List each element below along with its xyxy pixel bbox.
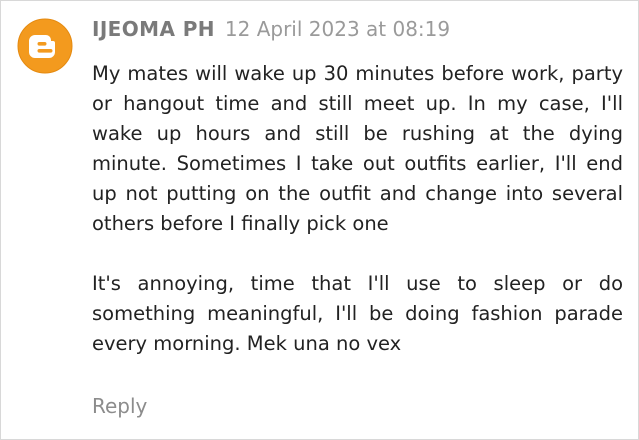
comment-author-link[interactable]: IJEOMA PH	[92, 17, 215, 41]
comment-header: IJEOMA PH 12 April 2023 at 08:19	[92, 17, 450, 45]
comment-card: IJEOMA PH 12 April 2023 at 08:19 My mate…	[0, 0, 639, 440]
blogger-logo-icon	[17, 18, 73, 74]
comment-timestamp-link[interactable]: 12 April 2023 at 08:19	[225, 17, 450, 41]
comment-paragraph: My mates will wake up 30 minutes before …	[92, 62, 623, 235]
reply-link[interactable]: Reply	[92, 391, 147, 421]
comment-body: My mates will wake up 30 minutes before …	[92, 59, 623, 359]
comment-paragraph: It's annoying, time that I'll use to sle…	[92, 272, 623, 355]
